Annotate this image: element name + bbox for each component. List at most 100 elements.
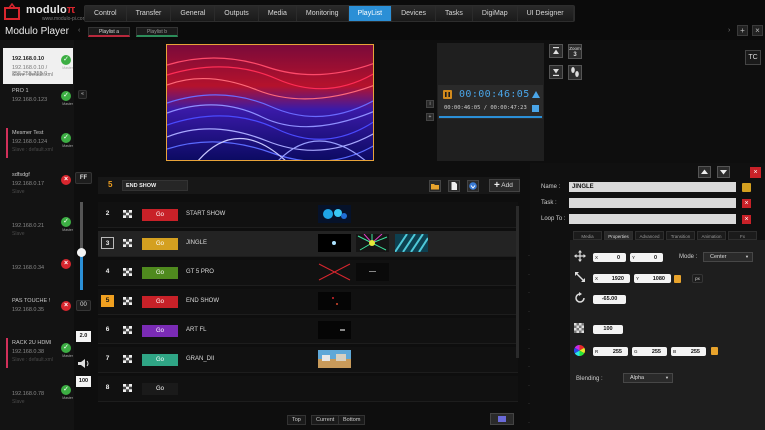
footprints-button[interactable]	[568, 65, 582, 80]
add-cue-button[interactable]: + Add	[489, 179, 520, 192]
tab-animation[interactable]: Animation	[697, 231, 726, 240]
fade-value[interactable]: 00	[76, 300, 91, 311]
expand-up-icon[interactable]	[532, 91, 540, 98]
loop-field[interactable]	[569, 214, 736, 224]
menu-tasks[interactable]: Tasks	[436, 6, 473, 21]
mode-dropdown[interactable]: Center ▼	[703, 252, 753, 262]
blending-dropdown[interactable]: Alpha ▼	[623, 373, 673, 383]
move-up-button[interactable]	[698, 166, 711, 178]
fade-slider-knob[interactable]	[77, 248, 86, 257]
opacity-field[interactable]: 100	[593, 325, 623, 334]
add-playlist-button[interactable]: +	[737, 25, 748, 36]
preview-info-button[interactable]: i	[426, 100, 434, 108]
device-item[interactable]: 192.168.0.10 192.168.0.10 / 255.255.255.0…	[3, 48, 73, 84]
collapse-button[interactable]: «	[78, 90, 87, 99]
device-item[interactable]: 192.168.0.34 ×	[3, 252, 73, 288]
jump-top-button[interactable]	[549, 44, 563, 58]
media-thumbnail[interactable]	[318, 292, 351, 310]
media-thumbnail[interactable]	[356, 263, 389, 281]
speaker-icon[interactable]	[77, 358, 90, 369]
media-thumbnail[interactable]	[356, 234, 389, 252]
menu-devices[interactable]: Devices	[392, 6, 436, 21]
cue-row[interactable]: 6 Go ART FL	[98, 318, 518, 344]
menu-general[interactable]: General	[171, 6, 216, 21]
clear-task-button[interactable]: ×	[742, 199, 751, 208]
fade-slider[interactable]	[77, 202, 86, 290]
go-button[interactable]: Go	[142, 267, 178, 279]
menu-digimap[interactable]: DigiMap	[472, 6, 518, 21]
preview-add-button[interactable]: +	[426, 113, 434, 121]
rotation-field[interactable]: -65.00	[593, 295, 626, 304]
zoom-button[interactable]: Zoom 3	[568, 44, 582, 59]
go-button[interactable]: Go	[142, 354, 178, 366]
move-down-button[interactable]	[717, 166, 730, 178]
tab-fx[interactable]: Fx	[728, 231, 757, 240]
go-button[interactable]: Go	[142, 383, 178, 395]
cue-row[interactable]: 3 Go JINGLE	[98, 231, 518, 257]
cue-row[interactable]: 8 Go	[98, 376, 518, 402]
menu-playlist[interactable]: PlayList	[348, 6, 393, 21]
device-item[interactable]: PRO 1 192.168.0.123 ✓ Master	[3, 84, 73, 120]
fast-forward-button[interactable]: FF	[75, 172, 92, 184]
menu-transfer[interactable]: Transfer	[126, 6, 172, 21]
cue-row[interactable]: 7 Go GRAN_DII	[98, 347, 518, 373]
delete-cue-button[interactable]: ×	[750, 167, 761, 178]
media-thumbnail[interactable]	[318, 321, 351, 339]
scroll-current-button[interactable]: Current	[311, 415, 340, 425]
menu-outputs[interactable]: Outputs	[215, 6, 259, 21]
device-item[interactable]: 192.168.0.78 Slave ✓ Master	[3, 378, 73, 414]
name-field[interactable]: JINGLE	[569, 182, 736, 192]
jump-bottom-button[interactable]	[549, 65, 563, 79]
pause-icon[interactable]	[443, 90, 452, 99]
media-thumbnail[interactable]	[318, 350, 351, 368]
tab-prev-icon[interactable]: ‹	[78, 27, 80, 34]
menu-monitoring[interactable]: Monitoring	[296, 6, 349, 21]
device-item[interactable]: sdfsdgf 192.168.0.17 Slave ×	[3, 168, 73, 204]
color-swatch[interactable]	[742, 183, 751, 192]
media-thumbnail[interactable]	[318, 234, 351, 252]
menu-control[interactable]: Control	[85, 6, 127, 21]
download-button[interactable]	[467, 180, 479, 192]
size-x-field[interactable]: X 1920	[593, 274, 630, 283]
device-item[interactable]: 192.168.0.21 Slave ✓ Master	[3, 210, 73, 246]
cue-row[interactable]: 5 Go END SHOW	[98, 289, 518, 315]
media-thumbnail[interactable]	[395, 234, 428, 252]
tab-next-icon[interactable]: ›	[728, 27, 730, 34]
no-media-thumbnail[interactable]	[318, 263, 351, 281]
stop-icon[interactable]	[532, 105, 539, 112]
task-field[interactable]	[569, 198, 736, 208]
timecode-progress[interactable]	[439, 116, 542, 118]
cue-list-scrollbar[interactable]	[516, 206, 519, 358]
menu-media[interactable]: Media	[258, 6, 297, 21]
go-button[interactable]: Go	[142, 325, 178, 337]
go-button[interactable]: Go	[142, 296, 178, 308]
color-g-field[interactable]: G 255	[632, 347, 667, 356]
timecode-button[interactable]: TC	[745, 50, 761, 65]
volume-value[interactable]: 100	[76, 376, 91, 387]
go-button[interactable]: Go	[142, 238, 178, 250]
lock-color-icon[interactable]	[711, 347, 718, 355]
color-r-field[interactable]: R 255	[593, 347, 628, 356]
color-b-field[interactable]: B 255	[671, 347, 706, 356]
cue-row[interactable]: 4 Go GT 5 PRO	[98, 260, 518, 286]
tab-advanced[interactable]: Advanced	[635, 231, 664, 240]
menu-ui-designer[interactable]: UI Designer	[517, 6, 574, 21]
clear-loop-button[interactable]: ×	[742, 215, 751, 224]
speed-value[interactable]: 2.0	[76, 331, 91, 342]
tab-playlist-b[interactable]: Playlist b	[136, 27, 178, 37]
scroll-bottom-button[interactable]: Bottom	[338, 415, 366, 425]
position-x-field[interactable]: X0	[593, 253, 626, 262]
tab-playlist-a[interactable]: Playlist a	[88, 27, 130, 37]
open-folder-button[interactable]	[429, 180, 441, 192]
save-file-button[interactable]	[448, 180, 460, 192]
close-playlist-button[interactable]: ×	[752, 25, 763, 36]
device-item[interactable]: PAS TOUCHE ! 192.168.0.35 ×	[3, 294, 73, 330]
device-item[interactable]: RACK 2U HDMI 192.168.0.38 Slave : default.…	[3, 336, 73, 372]
tab-properties[interactable]: Properties	[604, 231, 633, 240]
cue-row[interactable]: 2 Go START SHOW	[98, 202, 518, 228]
size-y-field[interactable]: Y 1080	[634, 274, 671, 283]
position-y-field[interactable]: Y0	[630, 253, 663, 262]
tab-media[interactable]: Media	[573, 231, 602, 240]
go-button[interactable]: Go	[142, 209, 178, 221]
scroll-top-button[interactable]: Top	[287, 415, 306, 425]
